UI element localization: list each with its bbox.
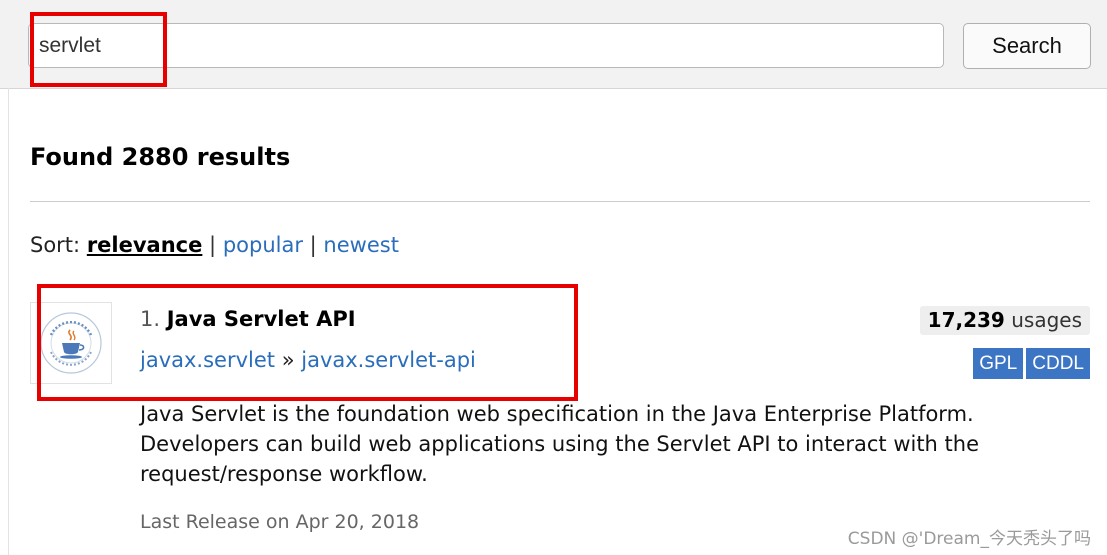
- result-title-link[interactable]: Java Servlet API: [167, 307, 356, 331]
- coordinate-separator: »: [281, 348, 295, 372]
- group-id-link[interactable]: javax.servlet: [140, 348, 275, 372]
- result-number: 1.: [140, 307, 161, 331]
- artifact-id-link[interactable]: javax.servlet-api: [301, 348, 476, 372]
- result-description: Java Servlet is the foundation web speci…: [140, 402, 980, 486]
- divider: [30, 201, 1090, 202]
- highlight-box-result: [37, 284, 578, 401]
- license-badge-cddl[interactable]: CDDL: [1026, 348, 1090, 379]
- sort-separator: |: [209, 233, 217, 257]
- search-bar: Search: [0, 0, 1107, 89]
- artifact-coordinates: javax.servlet » javax.servlet-api: [140, 348, 476, 372]
- watermark-text: CSDN @'Dream_今天秃头了吗: [847, 529, 1091, 549]
- result-title: 1. Java Servlet API: [140, 307, 356, 331]
- sort-newest-link[interactable]: newest: [323, 233, 399, 257]
- license-badges: GPL CDDL: [973, 348, 1090, 379]
- last-release-date: Last Release on Apr 20, 2018: [140, 511, 420, 533]
- java-community-process-logo-icon[interactable]: [30, 302, 112, 384]
- usages-label: usages: [1011, 308, 1082, 332]
- usages-badge: 17,239 usages: [919, 306, 1090, 335]
- results-count-heading: Found 2880 results: [30, 143, 291, 171]
- left-border: [8, 88, 9, 555]
- search-button[interactable]: Search: [963, 23, 1091, 69]
- search-input[interactable]: [28, 23, 944, 68]
- sort-label: Sort:: [30, 233, 81, 257]
- sort-popular-link[interactable]: popular: [223, 233, 303, 257]
- sort-separator: |: [309, 233, 317, 257]
- license-badge-gpl[interactable]: GPL: [973, 348, 1024, 379]
- sort-options: Sort: relevance | popular | newest: [30, 233, 399, 257]
- usages-count: 17,239: [927, 308, 1005, 332]
- sort-relevance[interactable]: relevance: [87, 233, 203, 257]
